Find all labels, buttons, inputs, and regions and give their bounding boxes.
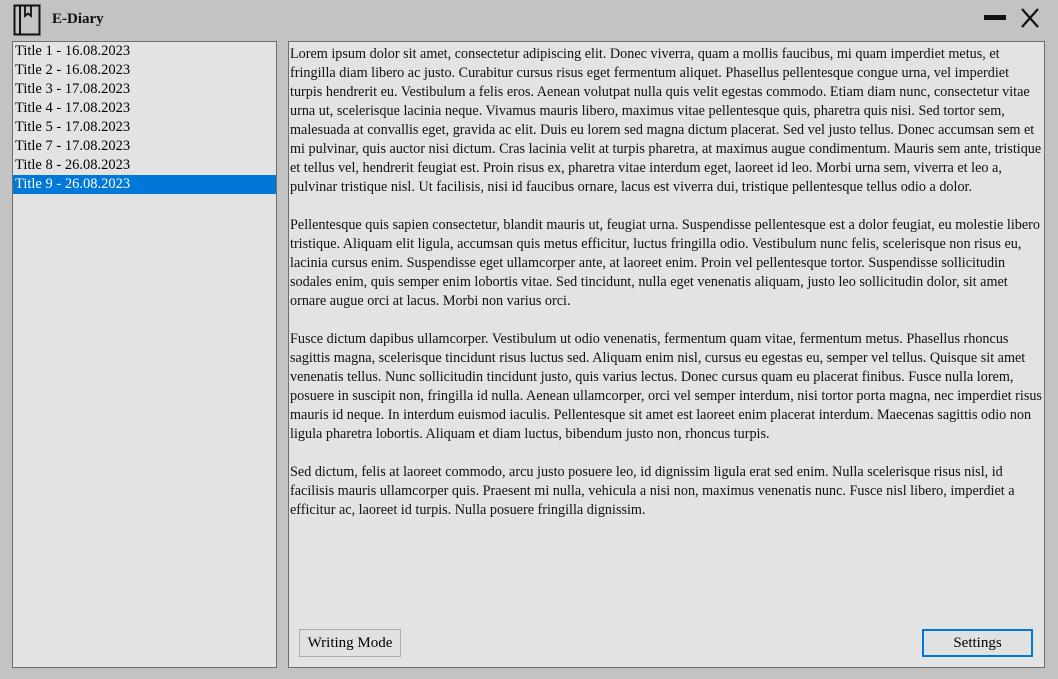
- entry-text-body[interactable]: Lorem ipsum dolor sit amet, consectetur …: [290, 45, 1042, 539]
- list-item-entry-5[interactable]: Title 5 - 17.08.2023: [13, 118, 276, 137]
- entry-list[interactable]: Title 1 - 16.08.2023 Title 2 - 16.08.202…: [12, 41, 277, 668]
- diary-book-icon: [13, 4, 41, 36]
- title-bar: E-Diary: [0, 0, 1058, 40]
- close-icon: [1021, 8, 1039, 28]
- list-item-entry-9-selected[interactable]: Title 9 - 26.08.2023: [13, 175, 276, 194]
- minimize-icon: [984, 15, 1006, 20]
- settings-button[interactable]: Settings: [922, 629, 1033, 657]
- entry-paragraph-3: Fusce dictum dapibus ullamcorper. Vestib…: [290, 331, 1042, 442]
- list-item-entry-7[interactable]: Title 7 - 17.08.2023: [13, 137, 276, 156]
- entry-paragraph-1: Lorem ipsum dolor sit amet, consectetur …: [290, 46, 1042, 195]
- app-title: E-Diary: [52, 11, 104, 27]
- list-item-entry-1[interactable]: Title 1 - 16.08.2023: [13, 42, 276, 61]
- minimize-button[interactable]: [981, 4, 1009, 32]
- writing-mode-button[interactable]: Writing Mode: [299, 629, 401, 657]
- list-item-entry-3[interactable]: Title 3 - 17.08.2023: [13, 80, 276, 99]
- entry-paragraph-4: Sed dictum, felis at laoreet commodo, ar…: [290, 464, 1015, 518]
- list-item-entry-4[interactable]: Title 4 - 17.08.2023: [13, 99, 276, 118]
- entry-text-area[interactable]: Lorem ipsum dolor sit amet, consectetur …: [288, 41, 1045, 668]
- list-item-entry-8[interactable]: Title 8 - 26.08.2023: [13, 156, 276, 175]
- entry-paragraph-2: Pellentesque quis sapien consectetur, bl…: [290, 217, 1040, 309]
- close-button[interactable]: [1016, 4, 1044, 32]
- list-item-entry-2[interactable]: Title 2 - 16.08.2023: [13, 61, 276, 80]
